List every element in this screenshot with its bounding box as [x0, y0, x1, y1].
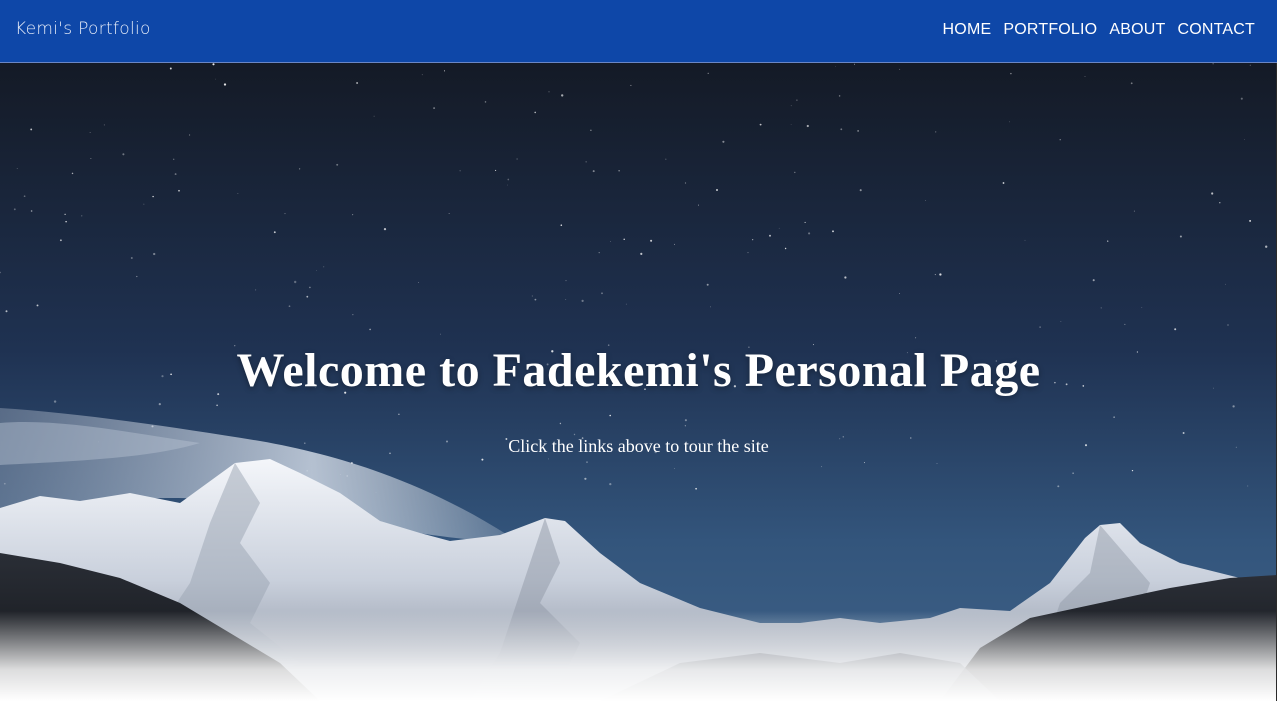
- nav-home-link[interactable]: HOME: [943, 21, 992, 39]
- hero-title: Welcome to Fadekemi's Personal Page: [236, 344, 1041, 397]
- nav-contact-link[interactable]: CONTACT: [1177, 21, 1255, 39]
- hero-section: Welcome to Fadekemi's Personal Page Clic…: [0, 63, 1277, 701]
- page: Kemi's Portfolio HOME PORTFOLIO ABOUT CO…: [0, 0, 1277, 701]
- top-navbar: Kemi's Portfolio HOME PORTFOLIO ABOUT CO…: [0, 0, 1277, 63]
- hero-bottom-fade: [0, 611, 1277, 701]
- hero-subtitle: Click the links above to tour the site: [508, 436, 769, 456]
- nav-about-link[interactable]: ABOUT: [1109, 21, 1165, 39]
- nav-portfolio-link[interactable]: PORTFOLIO: [1003, 21, 1097, 39]
- brand-logo-link[interactable]: Kemi's Portfolio: [15, 19, 151, 39]
- nav-links: HOME PORTFOLIO ABOUT CONTACT: [943, 21, 1255, 39]
